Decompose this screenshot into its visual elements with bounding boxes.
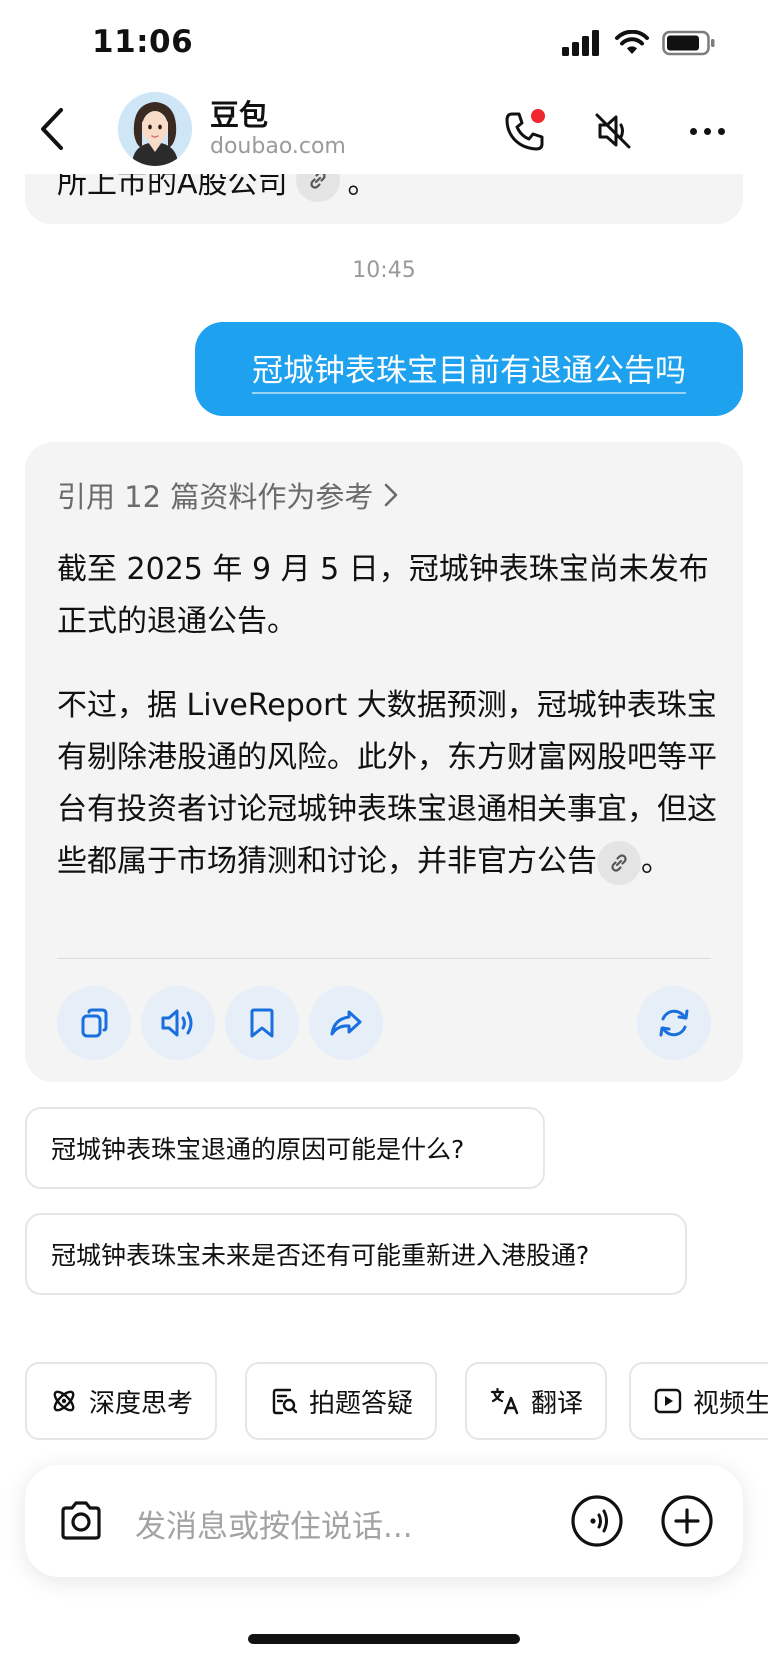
copy-button[interactable]: [57, 986, 131, 1060]
share-button[interactable]: [309, 986, 383, 1060]
voice-wave-icon: [571, 1495, 623, 1547]
bookmark-button[interactable]: [225, 986, 299, 1060]
quick-action-video[interactable]: 视频生: [629, 1362, 768, 1440]
references-label: 引用 12 篇资料作为参考: [57, 480, 374, 514]
suggested-question-2[interactable]: 冠城钟表珠宝未来是否还有可能重新进入港股通?: [25, 1213, 687, 1295]
voice-call-button[interactable]: [569, 1493, 625, 1549]
video-play-icon: [654, 1388, 682, 1414]
answer-card: 引用 12 篇资料作为参考 截至 2025 年 9 月 5 日，冠城钟表珠宝尚未…: [25, 442, 743, 1082]
quick-action-deep-think[interactable]: 深度思考: [25, 1362, 218, 1440]
message-timestamp: 10:45: [352, 258, 416, 283]
photo-question-icon: [272, 1388, 298, 1415]
status-bar: 11:06: [0, 0, 768, 88]
reference-link-icon[interactable]: [597, 840, 641, 885]
message-input[interactable]: 发消息或按住说话...: [135, 1501, 413, 1546]
translate-icon: [490, 1387, 519, 1415]
plus-icon: [661, 1495, 713, 1547]
bookmark-icon: [250, 1008, 274, 1038]
speaker-muted-icon: [595, 113, 631, 149]
mute-button[interactable]: [588, 106, 638, 156]
more-dot-icon: [717, 127, 725, 135]
quick-action-label: 视频生: [693, 1388, 768, 1419]
camera-button[interactable]: [55, 1495, 107, 1547]
speaker-icon: [161, 1009, 193, 1037]
more-dot-icon: [703, 127, 711, 135]
signal-icon: [562, 30, 599, 56]
share-arrow-icon: [330, 1010, 362, 1036]
copy-icon: [81, 1008, 108, 1038]
add-button[interactable]: [659, 1493, 715, 1549]
atom-icon: [53, 1390, 75, 1412]
chevron-right-icon: [385, 483, 398, 507]
quick-action-label: 翻译: [531, 1388, 584, 1419]
quick-action-photo-question[interactable]: 拍题答疑: [245, 1362, 438, 1440]
status-icons: [562, 30, 716, 56]
chat-header: 豆包 doubao.com: [0, 88, 768, 174]
user-message-text: 冠城钟表珠宝目前有退通公告吗: [252, 345, 686, 394]
more-dot-icon: [689, 127, 697, 135]
status-time: 11:06: [92, 24, 194, 60]
user-message-bubble[interactable]: 冠城钟表珠宝目前有退通公告吗: [195, 322, 743, 416]
chat-title: 豆包: [210, 98, 269, 132]
message-input-bar: 发消息或按住说话...: [25, 1465, 743, 1577]
avatar[interactable]: [118, 92, 192, 166]
quick-actions-row: 深度思考 拍题答疑 翻译 视频生: [0, 1362, 768, 1442]
suggested-question-1[interactable]: 冠城钟表珠宝退通的原因可能是什么?: [25, 1107, 545, 1189]
read-aloud-button[interactable]: [141, 986, 215, 1060]
refresh-icon: [659, 1009, 689, 1037]
chevron-left-icon: [41, 108, 63, 150]
regenerate-button[interactable]: [637, 986, 711, 1060]
answer-paragraph-2-end: 。: [641, 844, 671, 879]
more-options-button[interactable]: [680, 106, 734, 156]
card-divider: [57, 958, 711, 959]
quick-action-label: 拍题答疑: [309, 1388, 414, 1419]
battery-icon: [662, 30, 715, 56]
quick-action-label: 深度思考: [89, 1388, 194, 1419]
answer-paragraph-1: 截至 2025 年 9 月 5 日，冠城钟表珠宝尚未发布正式的退通公告。: [57, 552, 709, 639]
home-indicator: [248, 1634, 520, 1644]
phone-call-button[interactable]: [500, 106, 550, 156]
answer-paragraph-2: 不过，据 LiveReport 大数据预测，冠城钟表珠宝有剔除港股通的风险。此外…: [57, 680, 717, 888]
quick-action-translate[interactable]: 翻译: [465, 1362, 608, 1440]
references-link[interactable]: 引用 12 篇资料作为参考: [57, 474, 399, 516]
phone-icon: [505, 109, 545, 151]
camera-icon: [61, 1501, 101, 1540]
back-button[interactable]: [32, 104, 72, 154]
wifi-icon: [615, 30, 649, 54]
chat-subtitle: doubao.com: [210, 134, 346, 159]
